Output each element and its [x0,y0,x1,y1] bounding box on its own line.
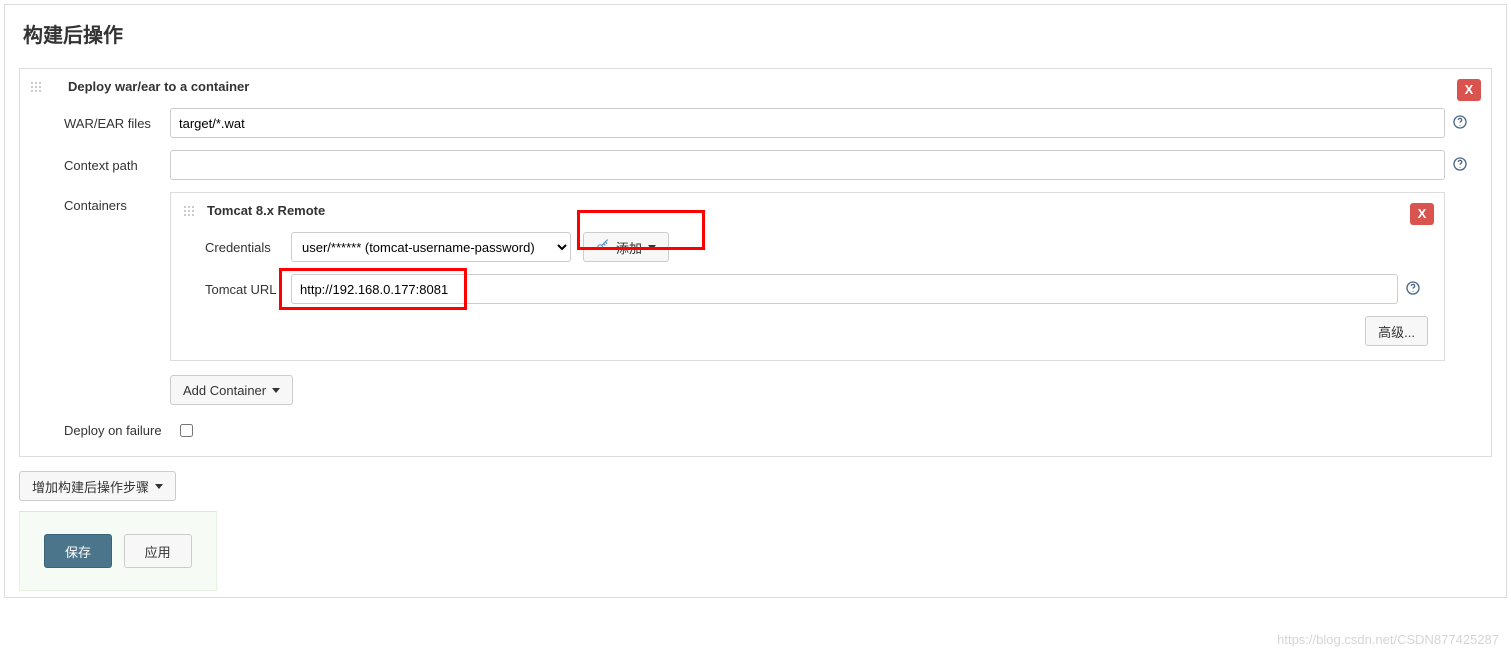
add-container-label: Add Container [183,383,266,398]
tomcat-url-label: Tomcat URL [201,282,291,297]
section-title: 构建后操作 [19,19,1492,48]
add-container-button[interactable]: Add Container [170,375,293,405]
advanced-button[interactable]: 高级... [1365,316,1428,346]
tomcat-url-row: Tomcat URL [201,274,1428,304]
save-bar: 保存 应用 [19,511,217,591]
war-files-input[interactable] [170,108,1445,138]
credentials-select[interactable]: user/****** (tomcat-username-password) [291,232,571,262]
container-block-title: Tomcat 8.x Remote [201,203,1428,218]
tomcat-url-input[interactable] [291,274,1398,304]
add-post-build-step-label: 增加构建后操作步骤 [32,477,149,496]
advanced-row: 高级... [201,316,1428,346]
delete-deploy-button[interactable]: X [1457,79,1481,101]
containers-row: Containers X Tomcat 8.x Remote Credentia… [50,192,1475,405]
containers-label: Containers [50,192,170,213]
context-path-row: Context path [50,150,1475,180]
help-icon[interactable] [1452,114,1468,130]
help-icon[interactable] [1452,156,1468,172]
deploy-block-title: Deploy war/ear to a container [50,79,1475,94]
context-path-input[interactable] [170,150,1445,180]
help-icon[interactable] [1405,280,1421,296]
save-button[interactable]: 保存 [44,534,112,568]
apply-button[interactable]: 应用 [124,534,192,568]
deploy-on-failure-checkbox[interactable] [180,424,193,437]
war-files-row: WAR/EAR files [50,108,1475,138]
add-container-row: Add Container [170,375,1445,405]
drag-handle-icon[interactable] [183,205,195,217]
add-post-build-step-button[interactable]: 增加构建后操作步骤 [19,471,176,501]
key-icon [596,239,610,256]
post-build-panel: 构建后操作 X Deploy war/ear to a container WA… [4,4,1507,598]
tomcat-container-block: X Tomcat 8.x Remote Credentials user/***… [170,192,1445,361]
delete-container-button[interactable]: X [1410,203,1434,225]
drag-handle-icon[interactable] [30,81,42,93]
add-credentials-button[interactable]: 添加 [583,232,669,262]
add-credentials-label: 添加 [616,238,642,257]
context-path-label: Context path [50,158,170,173]
credentials-row: Credentials user/****** (tomcat-username… [201,232,1428,262]
war-files-label: WAR/EAR files [50,116,170,131]
deploy-on-failure-row: Deploy on failure [50,423,1475,438]
deploy-war-block: X Deploy war/ear to a container WAR/EAR … [19,68,1492,457]
credentials-label: Credentials [201,240,291,255]
add-post-build-step-row: 增加构建后操作步骤 [19,471,1492,501]
caret-down-icon [155,484,163,489]
caret-down-icon [272,388,280,393]
caret-down-icon [648,245,656,250]
deploy-on-failure-label: Deploy on failure [50,423,180,438]
watermark-text: https://blog.csdn.net/CSDN877425287 [1277,632,1499,647]
